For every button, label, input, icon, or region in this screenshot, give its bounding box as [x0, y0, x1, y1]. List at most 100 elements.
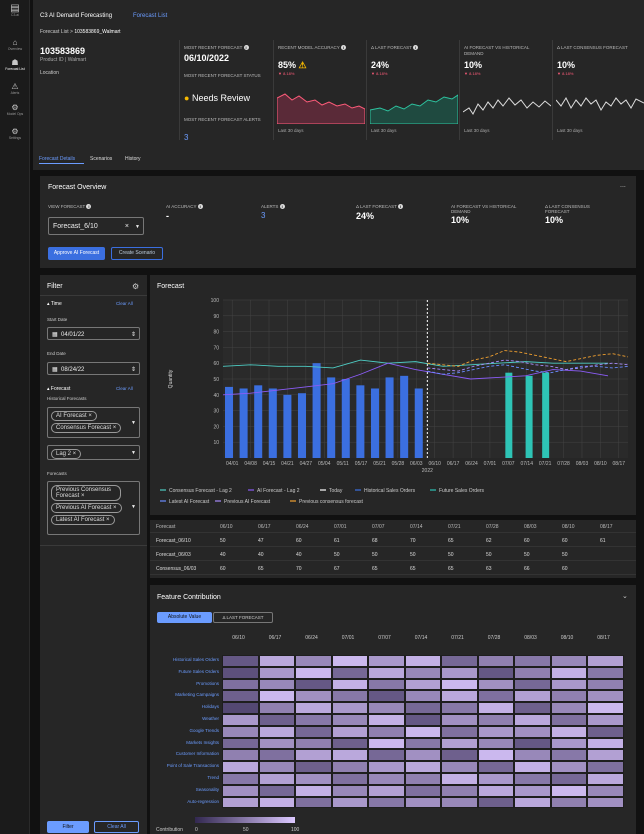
info-icon[interactable]: i: [86, 204, 92, 210]
heatmap-cell[interactable]: [477, 773, 514, 785]
clear-forecast-link[interactable]: Clear All: [116, 386, 133, 391]
heatmap-cell[interactable]: [295, 702, 332, 714]
heatmap-cell[interactable]: [477, 749, 514, 762]
heatmap-cell[interactable]: [331, 796, 368, 809]
heatmap-cell[interactable]: [514, 702, 551, 714]
heatmap-cell[interactable]: [295, 784, 332, 797]
heatmap-cell[interactable]: [331, 702, 368, 714]
heatmap-cell[interactable]: [514, 655, 551, 667]
heatmap-cell[interactable]: [331, 666, 368, 679]
heatmap-cell[interactable]: [368, 749, 405, 762]
heatmap-cell[interactable]: [441, 678, 478, 691]
heatmap-cell[interactable]: [368, 690, 405, 703]
heatmap-cell[interactable]: [550, 666, 587, 679]
forecast-section[interactable]: ▴ Forecast: [47, 386, 70, 392]
clear-time-link[interactable]: Clear All: [116, 301, 133, 306]
heatmap-cell[interactable]: [295, 749, 332, 762]
alerts-count[interactable]: 3: [184, 133, 188, 142]
heatmap-cell[interactable]: [258, 725, 295, 738]
heatmap-cell[interactable]: [331, 655, 368, 667]
heatmap-cell[interactable]: [368, 702, 405, 714]
forecasts-select[interactable]: Previous Consensus Forecast ×Previous AI…: [47, 481, 140, 535]
heatmap-cell[interactable]: [331, 714, 368, 726]
heatmap-cell[interactable]: [441, 666, 478, 679]
start-date-input[interactable]: ▦ 04/01/22 ⇕: [47, 327, 140, 340]
heatmap-cell[interactable]: [404, 690, 441, 703]
approve-forecast-button[interactable]: Approve AI Forecast: [48, 247, 105, 260]
heatmap-cell[interactable]: [587, 796, 624, 809]
heatmap-cell[interactable]: [404, 666, 441, 679]
heatmap-cell[interactable]: [295, 796, 332, 809]
heatmap-cell[interactable]: [550, 796, 587, 809]
heatmap-cell[interactable]: [441, 796, 478, 809]
heatmap-cell[interactable]: [222, 761, 259, 773]
heatmap-cell[interactable]: [550, 737, 587, 750]
heatmap-cell[interactable]: [222, 784, 259, 797]
heatmap-cell[interactable]: [514, 784, 551, 797]
tab-absolute-value[interactable]: Absolute Value: [157, 612, 212, 623]
heatmap-cell[interactable]: [331, 725, 368, 738]
heatmap-cell[interactable]: [404, 749, 441, 762]
heatmap-cell[interactable]: [222, 655, 259, 667]
nav-overview[interactable]: ⌂ Overview: [0, 38, 30, 51]
heatmap-cell[interactable]: [477, 678, 514, 691]
heatmap-cell[interactable]: [404, 655, 441, 667]
heatmap-cell[interactable]: [514, 725, 551, 738]
heatmap-cell[interactable]: [550, 714, 587, 726]
heatmap-cell[interactable]: [404, 761, 441, 773]
heatmap-cell[interactable]: [587, 749, 624, 762]
heatmap-cell[interactable]: [404, 702, 441, 714]
heatmap-cell[interactable]: [258, 784, 295, 797]
time-section[interactable]: ▴ Time: [47, 301, 62, 307]
end-date-input[interactable]: ▦ 08/24/22 ⇕: [47, 362, 140, 375]
overview-menu[interactable]: ...: [620, 182, 626, 189]
heatmap-cell[interactable]: [587, 761, 624, 773]
heatmap-cell[interactable]: [550, 678, 587, 691]
heatmap-cell[interactable]: [295, 725, 332, 738]
heatmap-cell[interactable]: [258, 773, 295, 785]
heatmap-cell[interactable]: [222, 796, 259, 809]
heatmap-cell[interactable]: [514, 737, 551, 750]
heatmap-cell[interactable]: [295, 773, 332, 785]
heatmap-cell[interactable]: [477, 784, 514, 797]
heatmap-cell[interactable]: [331, 784, 368, 797]
heatmap-cell[interactable]: [368, 761, 405, 773]
nav-settings[interactable]: ⚙ Settings: [0, 127, 30, 140]
info-icon[interactable]: i: [243, 45, 249, 51]
heatmap-cell[interactable]: [441, 690, 478, 703]
heatmap-cell[interactable]: [477, 655, 514, 667]
heatmap-cell[interactable]: [441, 725, 478, 738]
collapse-icon[interactable]: ⌄: [622, 592, 628, 600]
heatmap-cell[interactable]: [331, 737, 368, 750]
heatmap-cell[interactable]: [368, 678, 405, 691]
heatmap-cell[interactable]: [587, 666, 624, 679]
heatmap-cell[interactable]: [222, 714, 259, 726]
heatmap-cell[interactable]: [404, 796, 441, 809]
heatmap-cell[interactable]: [514, 690, 551, 703]
heatmap-cell[interactable]: [514, 796, 551, 809]
heatmap-cell[interactable]: [222, 725, 259, 738]
heatmap-cell[interactable]: [331, 773, 368, 785]
heatmap-cell[interactable]: [550, 690, 587, 703]
heatmap-cell[interactable]: [258, 714, 295, 726]
historical-forecasts-select[interactable]: AI Forecast ×Consensus Forecast × ▼: [47, 407, 140, 438]
heatmap-cell[interactable]: [222, 702, 259, 714]
heatmap-cell[interactable]: [441, 737, 478, 750]
heatmap-cell[interactable]: [222, 666, 259, 679]
heatmap-cell[interactable]: [477, 666, 514, 679]
heatmap-cell[interactable]: [550, 784, 587, 797]
heatmap-cell[interactable]: [295, 678, 332, 691]
clear-all-button[interactable]: Clear All: [94, 821, 139, 833]
filter-button[interactable]: Filter: [47, 821, 89, 833]
heatmap-cell[interactable]: [258, 749, 295, 762]
nav-alerts[interactable]: ⚠ Alerts: [0, 82, 30, 95]
heatmap-cell[interactable]: [368, 666, 405, 679]
heatmap-cell[interactable]: [441, 655, 478, 667]
heatmap-cell[interactable]: [258, 666, 295, 679]
heatmap-cell[interactable]: [441, 784, 478, 797]
heatmap-cell[interactable]: [477, 725, 514, 738]
heatmap-cell[interactable]: [587, 773, 624, 785]
heatmap-cell[interactable]: [514, 666, 551, 679]
heatmap-cell[interactable]: [258, 702, 295, 714]
heatmap-cell[interactable]: [222, 678, 259, 691]
